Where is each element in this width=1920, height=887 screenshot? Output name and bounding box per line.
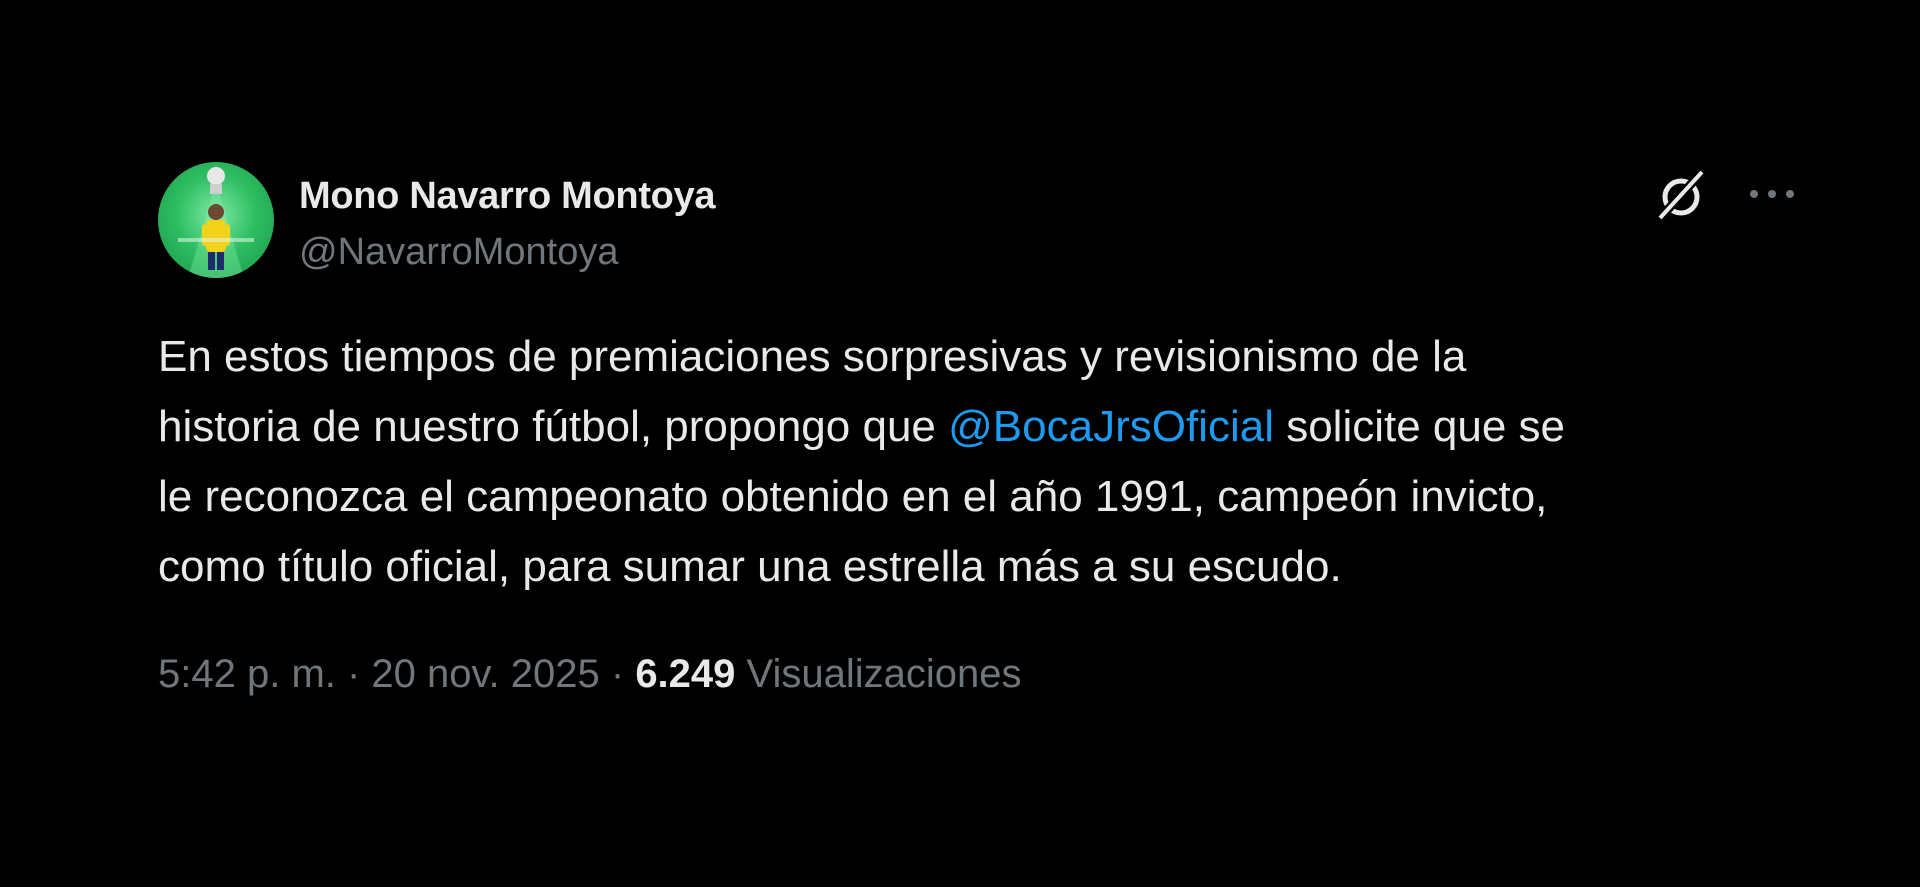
tweet-text-line: En estos tiempos de premiaciones sorpres… bbox=[158, 332, 1467, 381]
tweet-card: Mono Navarro Montoya @NavarroMontoya En … bbox=[158, 162, 1798, 702]
mention-link[interactable]: @BocaJrsOficial bbox=[948, 402, 1274, 451]
more-horizontal-icon[interactable] bbox=[1746, 176, 1798, 212]
tweet-text-line: historia de nuestro fútbol, propongo que… bbox=[158, 392, 1798, 462]
views-label[interactable]: Visualizaciones bbox=[735, 652, 1022, 696]
tweet-text: En estos tiempos de premiaciones sorpres… bbox=[158, 322, 1798, 602]
views-count[interactable]: 6.249 bbox=[635, 652, 735, 696]
tweet-text-segment: solicite que se bbox=[1273, 402, 1566, 451]
tweet-text-line: como título oficial, para sumar una estr… bbox=[158, 542, 1342, 591]
tweet-time[interactable]: 5:42 p. m. bbox=[158, 652, 336, 696]
author-display-name[interactable]: Mono Navarro Montoya bbox=[299, 166, 716, 226]
tweet-header: Mono Navarro Montoya @NavarroMontoya bbox=[158, 162, 1798, 282]
grok-icon[interactable] bbox=[1652, 166, 1710, 224]
meta-separator: · bbox=[335, 652, 372, 696]
avatar[interactable] bbox=[158, 162, 274, 278]
tweet-text-line: le reconozca el campeonato obtenido en e… bbox=[158, 472, 1548, 521]
tweet-date[interactable]: 20 nov. 2025 bbox=[371, 652, 599, 696]
avatar-image bbox=[178, 167, 254, 278]
meta-separator: · bbox=[599, 652, 636, 696]
author-handle[interactable]: @NavarroMontoya bbox=[299, 226, 715, 278]
author-names: Mono Navarro Montoya @NavarroMontoya bbox=[299, 166, 716, 278]
tweet-meta: 5:42 p. m. · 20 nov. 2025 · 6.249 Visual… bbox=[158, 646, 1798, 702]
tweet-text-segment: historia de nuestro fútbol, propongo que bbox=[158, 402, 949, 451]
